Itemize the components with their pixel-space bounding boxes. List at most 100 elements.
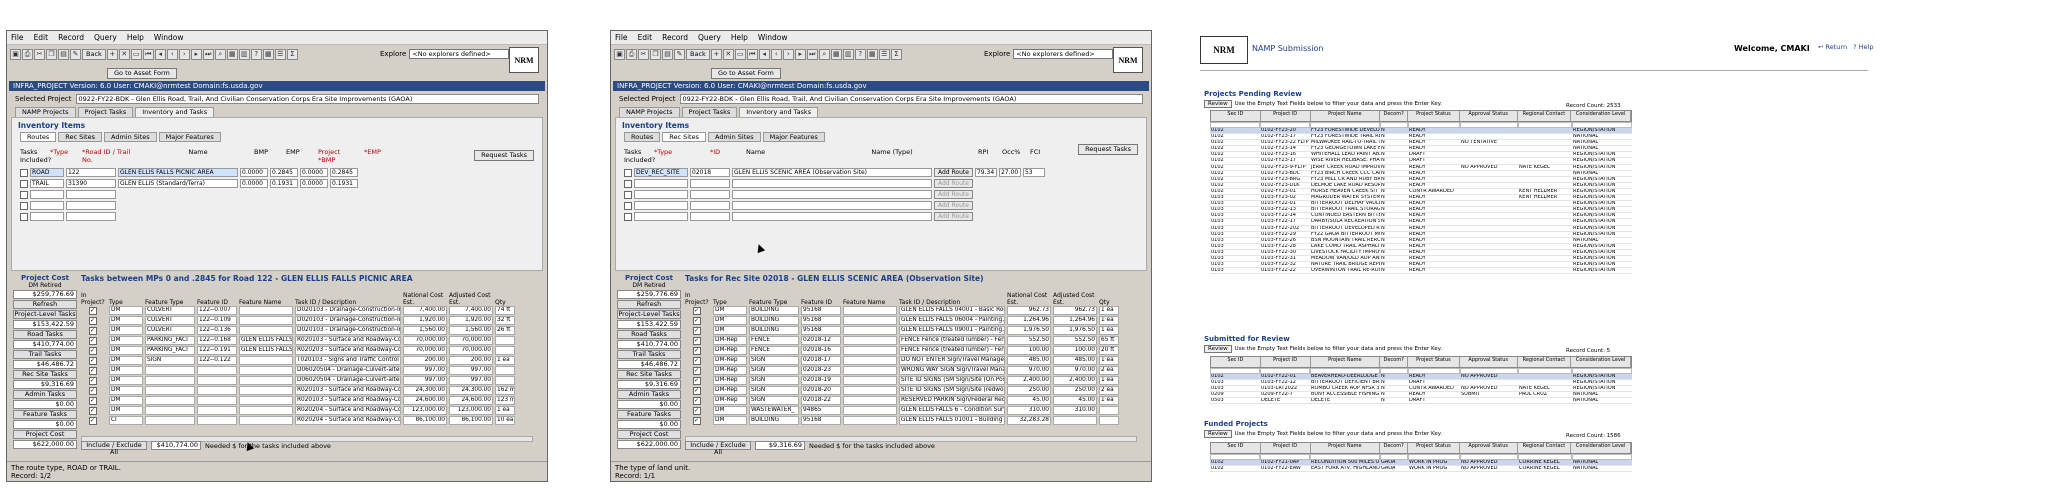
qty-cell[interactable]: 65 ft: [1099, 336, 1119, 345]
task-row[interactable]: ✓ DM BUILDING 95168 GLEN ELLIS FALLS 06004 -…: [685, 316, 1143, 326]
task-type-cell[interactable]: DM: [109, 306, 143, 315]
task-type-cell[interactable]: DM: [109, 386, 143, 395]
adjusted-cost-cell[interactable]: [1053, 416, 1097, 425]
grid-col-header[interactable]: Project Name: [1311, 357, 1381, 367]
task-description-cell[interactable]: D06020504 - Drainage-Culvert-alternative: [295, 366, 401, 375]
tab-namp-projects[interactable]: NAMP Projects: [619, 107, 680, 117]
menu-window[interactable]: Window: [154, 33, 184, 42]
national-cost-cell[interactable]: 250.00: [1007, 386, 1051, 395]
task-type-cell[interactable]: DM: [109, 346, 143, 355]
adjusted-cost-cell[interactable]: 24,600.00: [449, 396, 493, 405]
add-route-button[interactable]: Add Route: [934, 168, 973, 177]
in-project-checkbox[interactable]: ✓: [89, 397, 97, 405]
task-type-cell[interactable]: DM-Rep: [713, 356, 747, 365]
task-row[interactable]: ✓ DM BUILDING 95168 GLEN ELLIS FALLS 01001 -…: [685, 416, 1143, 426]
adjusted-cost-cell[interactable]: 1,560.00: [449, 326, 493, 335]
task-type-cell[interactable]: DM: [109, 316, 143, 325]
edit-icon[interactable]: ✎: [70, 48, 81, 60]
menu-query[interactable]: Query: [698, 33, 721, 42]
adjusted-cost-cell[interactable]: 7,400.00: [449, 306, 493, 315]
task-description-cell[interactable]: WRONG WAY SIGN Sign/Travel Management (a…: [899, 366, 1005, 375]
feature-name-cell[interactable]: [239, 306, 293, 315]
qty-cell[interactable]: 1 ea: [1099, 356, 1119, 365]
qty-cell[interactable]: 1 ea: [1099, 376, 1119, 385]
in-project-checkbox[interactable]: ✓: [693, 307, 701, 315]
back-button[interactable]: Back: [686, 48, 710, 60]
project-emp-cell[interactable]: 0.2845: [330, 168, 358, 177]
include-exclude-all-button[interactable]: Include / Exclude All: [685, 441, 751, 456]
name-cell[interactable]: GLEN ELLIS SCENIC AREA (Observation Site…: [732, 168, 932, 177]
grid-col-header[interactable]: Sec ID: [1211, 111, 1261, 121]
cut-icon[interactable]: ✂: [638, 48, 649, 60]
adjusted-cost-cell[interactable]: 70,000.00: [449, 336, 493, 345]
adjusted-cost-cell[interactable]: 552.50: [1053, 336, 1097, 345]
task-description-cell[interactable]: D020103 - Drainage-Construction-Installa…: [295, 326, 401, 335]
selected-project-field[interactable]: 0922-FY22-BDK - Glen Ellis Road, Trail, …: [75, 94, 539, 104]
task-row[interactable]: ✓ DM D06020504 - Drainage-Culvert-alternat…: [81, 376, 539, 386]
feature-name-cell[interactable]: [239, 416, 293, 425]
include-checkbox[interactable]: [624, 213, 632, 221]
inventory-row-empty[interactable]: [20, 201, 442, 211]
national-cost-cell[interactable]: 997.00: [403, 366, 447, 375]
feature-name-cell[interactable]: [843, 386, 897, 395]
in-project-checkbox[interactable]: ✓: [693, 317, 701, 325]
in-project-checkbox[interactable]: ✓: [89, 367, 97, 375]
menu-record[interactable]: Record: [58, 33, 84, 42]
task-row[interactable]: ✓ DM BUILDING 95168 GLEN ELLIS FALLS 04001 -…: [685, 306, 1143, 316]
tab-project-tasks[interactable]: Project Tasks: [77, 107, 134, 117]
in-project-checkbox[interactable]: ✓: [693, 327, 701, 335]
qty-cell[interactable]: 1 ea: [1099, 396, 1119, 405]
feature-name-cell[interactable]: [843, 416, 897, 425]
add-route-button[interactable]: Add Route: [934, 179, 973, 188]
copy-icon[interactable]: ❐: [650, 48, 661, 60]
id-cell[interactable]: [690, 212, 730, 221]
feature-name-cell[interactable]: [843, 336, 897, 345]
task-description-cell[interactable]: DO NOT ENTER Sign/Travel Management (alu…: [899, 356, 1005, 365]
explore-select[interactable]: <No explorers defined>: [409, 49, 510, 59]
national-cost-cell[interactable]: 24,300.00: [403, 386, 447, 395]
task-type-cell[interactable]: DM: [109, 326, 143, 335]
trail-tasks-button[interactable]: Trail Tasks: [617, 350, 681, 359]
task-type-cell[interactable]: DM: [713, 306, 747, 315]
feature-type-cell[interactable]: BUILDING: [749, 326, 799, 335]
type-cell[interactable]: [30, 212, 64, 221]
help-icon[interactable]: ?: [854, 48, 866, 60]
include-checkbox[interactable]: [624, 169, 632, 177]
in-project-checkbox[interactable]: ✓: [693, 357, 701, 365]
grid-col-header[interactable]: Project Name: [1311, 443, 1381, 453]
sum-icon[interactable]: Σ: [890, 48, 902, 60]
delete-icon[interactable]: ✕: [722, 48, 734, 60]
task-type-cell[interactable]: DM: [109, 366, 143, 375]
feature-id-cell[interactable]: 95168: [801, 306, 841, 315]
task-description-cell[interactable]: SITE ID SIGNS (SM Sign/Site (On Posts) -…: [899, 376, 1005, 385]
feature-type-cell[interactable]: CULVERT: [145, 316, 195, 325]
table-icon[interactable]: ▦: [262, 48, 274, 60]
type-cell[interactable]: TRAIL: [30, 179, 64, 188]
feature-id-cell[interactable]: 02018-23: [801, 366, 841, 375]
trail-tasks-button[interactable]: Trail Tasks: [13, 350, 77, 359]
prev-set-icon[interactable]: ◂: [758, 48, 770, 60]
feature-name-cell[interactable]: [843, 356, 897, 365]
feature-type-cell[interactable]: CULVERT: [145, 326, 195, 335]
task-description-cell[interactable]: D020103 - Drainage-Construction-Installa…: [295, 316, 401, 325]
find-icon[interactable]: ⌕: [818, 48, 830, 60]
grid-col-header[interactable]: Approval Status: [1460, 443, 1518, 453]
back-button[interactable]: Back: [82, 48, 106, 60]
feature-id-cell[interactable]: 122--0.168: [197, 336, 237, 345]
in-project-checkbox[interactable]: ✓: [89, 417, 97, 425]
grid-col-header[interactable]: Project Status: [1408, 357, 1460, 367]
grid-col-header[interactable]: Project ID: [1261, 111, 1311, 121]
name-cell[interactable]: [732, 212, 932, 221]
task-description-cell[interactable]: GLEN ELLIS FALLS 06004 - Painting, Exter…: [899, 316, 1005, 325]
subtab-routes[interactable]: Routes: [20, 132, 57, 142]
adjusted-cost-cell[interactable]: 485.00: [1053, 356, 1097, 365]
request-tasks-button[interactable]: Request Tasks: [1078, 144, 1138, 155]
national-cost-cell[interactable]: 45.00: [1007, 396, 1051, 405]
task-description-cell[interactable]: GLEN ELLIS FALLS 01001 - Building Replac…: [899, 416, 1005, 425]
feature-name-cell[interactable]: [239, 356, 293, 365]
grid-col-header[interactable]: Approval Status: [1460, 357, 1518, 367]
inventory-row-empty[interactable]: Add Route: [624, 212, 1138, 222]
grid-col-header[interactable]: Decom?: [1380, 443, 1409, 453]
bmp-cell[interactable]: 0.0000: [240, 179, 268, 188]
national-cost-cell[interactable]: 24,600.00: [403, 396, 447, 405]
